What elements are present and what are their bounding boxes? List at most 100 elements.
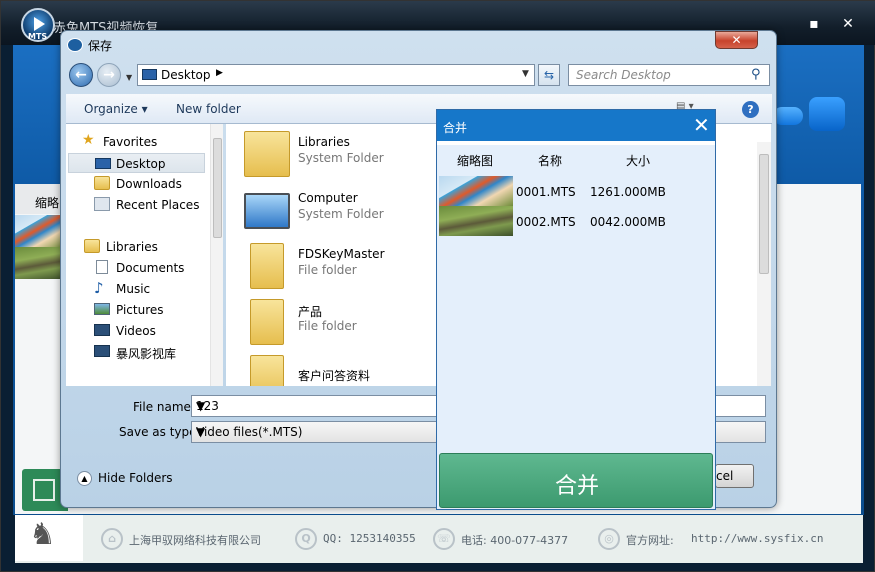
dialog-app-icon <box>67 38 83 52</box>
videos-icon <box>94 324 110 336</box>
nav-libraries[interactable]: Libraries <box>66 237 206 257</box>
forward-button[interactable]: → <box>97 63 121 87</box>
nav-item-baofeng[interactable]: 暴风影视库 <box>66 342 206 362</box>
computer-icon <box>244 193 290 229</box>
nav-scrollbar[interactable] <box>210 124 223 386</box>
file-type: File folder <box>298 319 357 333</box>
breadcrumb-arrow-icon[interactable]: ▶ <box>216 68 223 78</box>
nav-item-desktop[interactable]: Desktop <box>68 153 205 173</box>
app-thumbnail-1[interactable] <box>15 215 65 247</box>
organize-button[interactable]: Organize ▾ <box>84 102 148 116</box>
recent-pages-dropdown[interactable]: ▼ <box>126 73 132 82</box>
nav-favorites-label: Favorites <box>103 135 158 149</box>
merge-row-name: 0001.MTS <box>516 185 576 199</box>
cancel-label: cel <box>716 469 734 483</box>
save-dialog-close-button[interactable]: ✕ <box>715 31 758 49</box>
address-text: Desktop <box>161 68 211 82</box>
cancel-button[interactable]: cel <box>715 464 754 488</box>
phone-icon: ☏ <box>433 528 455 550</box>
merge-button[interactable]: 合并 <box>439 453 713 508</box>
libraries-icon <box>84 239 100 253</box>
nav-item-label: Documents <box>116 261 185 275</box>
address-dropdown-icon[interactable]: ▼ <box>522 69 529 79</box>
nav-item-label: 暴风影视库 <box>116 347 177 361</box>
decor-icon <box>809 97 845 131</box>
file-list-scrollbar[interactable] <box>757 142 771 386</box>
documents-icon <box>96 260 108 274</box>
folder-icon <box>250 355 284 386</box>
file-type: System Folder <box>298 207 384 221</box>
merge-close-icon[interactable]: ✕ <box>693 114 710 136</box>
nav-item-videos[interactable]: Videos <box>66 321 206 341</box>
help-icon[interactable]: ? <box>742 101 759 118</box>
nav-item-label: Music <box>116 282 151 296</box>
footer-qq: QQ: 1253140355 <box>323 532 416 545</box>
nav-item-music[interactable]: ♪ Music <box>66 279 206 299</box>
footer-site-url[interactable]: http://www.sysfix.cn <box>691 532 823 545</box>
music-icon: ♪ <box>94 279 104 297</box>
file-type: File folder <box>298 263 357 277</box>
footer-site-label: 官方网址: <box>626 534 674 547</box>
merge-row-thumbnail <box>439 206 513 236</box>
back-button[interactable]: ← <box>69 63 93 87</box>
nav-item-label: Desktop <box>116 157 166 171</box>
address-bar[interactable]: Desktop ▶ ▼ <box>137 64 535 86</box>
video-library-icon <box>94 345 110 357</box>
file-name: 客户问答资料 <box>298 369 371 383</box>
folder-icon <box>250 299 284 345</box>
column-header-thumbnail: 缩略图 <box>457 154 494 168</box>
nav-item-pictures[interactable]: Pictures <box>66 300 206 320</box>
web-icon: ◎ <box>598 528 620 550</box>
play-icon <box>34 17 45 31</box>
search-input[interactable]: Search Desktop ⚲ <box>568 64 770 86</box>
downloads-icon <box>94 176 110 190</box>
nav-item-documents[interactable]: Documents <box>66 258 206 278</box>
column-header-name: 名称 <box>538 154 563 168</box>
recent-places-icon <box>94 197 110 211</box>
nav-favorites[interactable]: ★ Favorites <box>66 132 206 152</box>
file-type: System Folder <box>298 151 384 165</box>
logo-text: MTS <box>28 32 48 41</box>
file-name: FDSKeyMaster <box>298 247 385 261</box>
merge-dialog-title: 合并 <box>443 121 468 135</box>
new-folder-button[interactable]: New folder <box>176 102 241 116</box>
hide-folders-button[interactable]: Hide Folders <box>98 471 173 485</box>
file-list-scrollbar-thumb[interactable] <box>759 154 769 274</box>
desktop-icon <box>95 158 111 169</box>
merge-row-thumbnail <box>439 176 513 206</box>
nav-item-recent-places[interactable]: Recent Places <box>66 195 206 215</box>
refresh-button[interactable]: ⇆ <box>538 64 560 86</box>
pictures-icon <box>94 303 110 315</box>
thumbnail-header-label: 缩略 <box>35 196 60 210</box>
collapse-icon[interactable]: ▲ <box>77 471 92 486</box>
horse-logo: ♞ <box>15 515 83 561</box>
nav-item-label: Downloads <box>116 177 182 191</box>
qq-icon: Q <box>295 528 317 550</box>
app-thumbnail-2[interactable] <box>15 247 65 279</box>
decor-icon <box>773 107 803 125</box>
libraries-icon <box>244 131 290 177</box>
merge-button-label: 合并 <box>554 474 599 499</box>
nav-item-label: Recent Places <box>116 198 200 212</box>
save-dialog-title: 保存 <box>88 39 113 53</box>
app-logo: MTS <box>21 8 55 42</box>
nav-item-downloads[interactable]: Downloads <box>66 174 206 194</box>
footer-phone: 电话: 400-077-4377 <box>461 534 569 547</box>
thumbnail-column-header: 缩略 <box>15 184 65 214</box>
footer-company: 上海甲驭网络科技有限公司 <box>129 534 261 547</box>
nav-item-label: Pictures <box>116 303 164 317</box>
organize-label: Organize <box>84 102 138 116</box>
app-close-button[interactable]: ✕ <box>837 15 859 33</box>
merge-row-size: 1261.000MB <box>590 185 666 199</box>
search-icon[interactable]: ⚲ <box>751 67 761 82</box>
maximize-button[interactable]: ▪ <box>803 15 825 33</box>
nav-libraries-label: Libraries <box>106 240 158 254</box>
star-icon: ★ <box>82 132 95 148</box>
nav-scrollbar-thumb[interactable] <box>213 138 222 238</box>
file-name-label: File name: <box>133 400 195 414</box>
file-name: Computer <box>298 191 358 205</box>
save-type-label: Save as type: <box>119 425 201 439</box>
divider <box>437 141 715 145</box>
file-name: 产品 <box>298 305 323 319</box>
navigation-pane: ★ Favorites Desktop Downloads Recent Pla… <box>66 124 223 386</box>
